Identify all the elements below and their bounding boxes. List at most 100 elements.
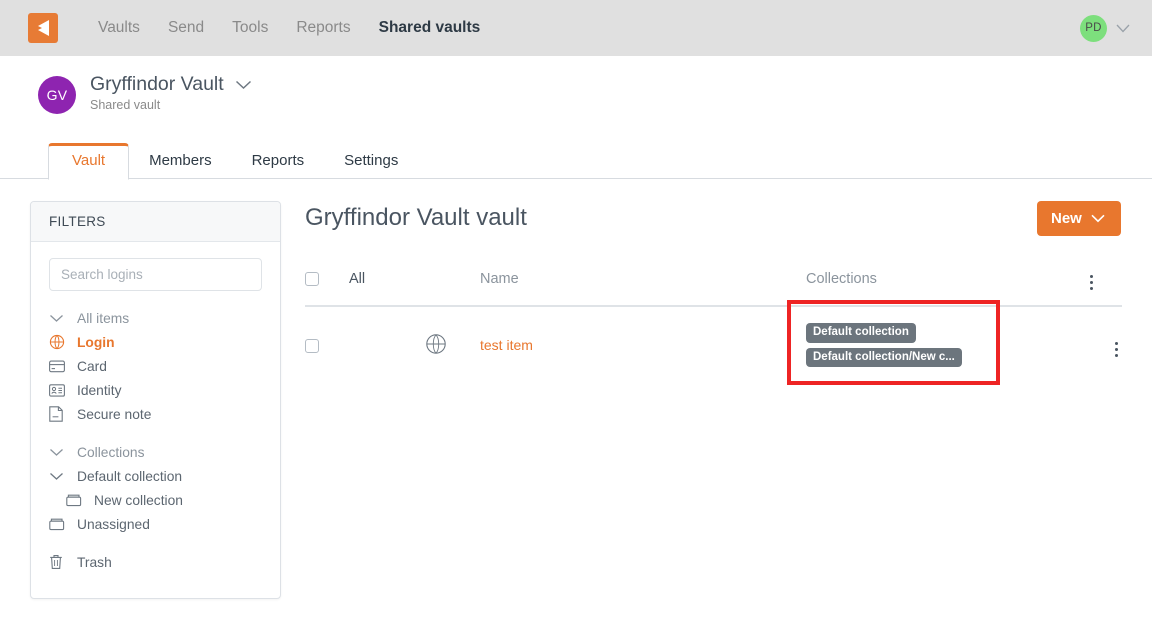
top-navigation-bar: Vaults Send Tools Reports Shared vaults … — [0, 0, 1152, 56]
nav-link-vaults[interactable]: Vaults — [84, 0, 154, 56]
tab-members[interactable]: Members — [129, 144, 232, 180]
sidebar-label-identity: Identity — [77, 382, 122, 398]
table-body: test item Default collection Default col… — [305, 306, 1122, 385]
nav-link-send[interactable]: Send — [154, 0, 218, 56]
sidebar-label-new-collection: New collection — [94, 492, 183, 508]
vault-tabs: Vault Members Reports Settings — [0, 140, 1152, 180]
row-item-icon-cell — [425, 306, 480, 385]
page-title: Gryffindor Vault vault — [305, 204, 527, 231]
sidebar-item-unassigned[interactable]: Unassigned — [49, 512, 262, 536]
select-all-checkbox[interactable] — [305, 272, 319, 287]
dot — [1090, 281, 1093, 284]
collection-badges: Default collection Default collection/Ne… — [806, 323, 1086, 368]
shield-glyph-icon — [38, 20, 49, 36]
id-card-icon — [49, 383, 71, 397]
sidebar-item-login[interactable]: Login — [49, 330, 262, 354]
item-type-filters: All items Login Card Identity Secure not… — [49, 306, 262, 426]
vault-switcher-chevron-down-icon[interactable] — [235, 80, 252, 90]
header-options — [1086, 266, 1122, 307]
vault-main-panel: Gryffindor Vault vault New All Name Coll… — [281, 201, 1152, 631]
sidebar-item-collections[interactable]: Collections — [49, 440, 262, 464]
table-header-row: All Name Collections — [305, 266, 1122, 307]
filters-heading: FILTERS — [31, 202, 280, 242]
user-avatar[interactable]: PD — [1080, 14, 1107, 42]
dot — [1115, 353, 1118, 357]
header-all-label: All — [349, 271, 366, 287]
chevron-down-icon — [49, 472, 71, 481]
tab-vault[interactable]: Vault — [48, 142, 130, 180]
main-header: Gryffindor Vault vault New — [305, 201, 1122, 236]
globe-icon — [425, 333, 447, 358]
filters-sidebar: FILTERS All items — [30, 201, 281, 599]
header-collections: Collections — [806, 266, 1086, 307]
row-kebab-menu-icon[interactable] — [1111, 340, 1122, 359]
search-input[interactable] — [49, 258, 262, 291]
row-spacer-cell — [339, 306, 425, 385]
sidebar-item-default-collection[interactable]: Default collection — [49, 464, 262, 488]
row-options-cell — [1086, 306, 1122, 385]
header-name: Name — [480, 266, 806, 307]
table-row[interactable]: test item Default collection Default col… — [305, 306, 1122, 385]
row-name-cell: test item — [480, 306, 806, 385]
vault-title-block: Gryffindor Vault Shared vault — [90, 73, 252, 113]
row-collections-cell: Default collection Default collection/Ne… — [806, 306, 1086, 385]
bitwarden-logo-icon[interactable] — [28, 13, 58, 43]
dot — [1115, 341, 1118, 345]
sidebar-label-login: Login — [77, 334, 115, 350]
dot — [1115, 347, 1118, 351]
sidebar-label-unassigned: Unassigned — [77, 516, 150, 532]
chevron-down-icon — [49, 314, 71, 323]
chevron-down-icon[interactable] — [1116, 24, 1130, 33]
vault-header: GV Gryffindor Vault Shared vault — [0, 56, 1152, 140]
top-nav-links: Vaults Send Tools Reports Shared vaults — [84, 0, 494, 56]
vault-items-table: All Name Collections test item Default c… — [305, 266, 1122, 385]
collection-filters: Collections Default collection New colle… — [49, 440, 262, 536]
sidebar-item-new-collection[interactable]: New collection — [49, 488, 262, 512]
row-checkbox[interactable] — [305, 339, 319, 354]
vault-subtitle: Shared vault — [90, 98, 161, 113]
sidebar-item-secure-note[interactable]: Secure note — [49, 402, 262, 426]
header-all: All — [339, 266, 425, 307]
header-icon-spacer — [425, 266, 480, 307]
sidebar-item-trash[interactable]: Trash — [49, 550, 262, 574]
vault-name: Gryffindor Vault — [90, 73, 224, 95]
dot — [1090, 287, 1093, 290]
vault-title-row[interactable]: Gryffindor Vault — [90, 73, 252, 95]
page-body: FILTERS All items — [0, 179, 1152, 631]
globe-icon — [49, 334, 71, 350]
sidebar-label-default-collection: Default collection — [77, 468, 183, 484]
new-button-label: New — [1051, 210, 1082, 227]
select-all-header — [305, 266, 339, 307]
sidebar-label-all-items: All items — [77, 310, 130, 326]
dot — [1090, 275, 1093, 278]
table-header: All Name Collections — [305, 266, 1122, 307]
user-menu[interactable]: PD — [1080, 0, 1130, 56]
nav-link-shared-vaults[interactable]: Shared vaults — [365, 0, 495, 56]
tab-settings[interactable]: Settings — [324, 144, 418, 180]
sidebar-label-collections: Collections — [77, 444, 145, 460]
tab-reports[interactable]: Reports — [232, 144, 325, 180]
folder-icon — [49, 518, 71, 531]
sidebar-label-secure-note: Secure note — [77, 406, 152, 422]
folder-icon — [66, 494, 88, 507]
trash-icon — [49, 554, 71, 570]
nav-link-reports[interactable]: Reports — [282, 0, 364, 56]
chevron-down-icon — [1091, 214, 1105, 223]
sidebar-item-card[interactable]: Card — [49, 354, 262, 378]
sidebar-label-card: Card — [77, 358, 107, 374]
sidebar-label-trash: Trash — [77, 554, 112, 570]
nav-link-tools[interactable]: Tools — [218, 0, 282, 56]
sidebar-item-all-items[interactable]: All items — [49, 306, 262, 330]
table-options-kebab-menu-icon[interactable] — [1086, 273, 1097, 292]
credit-card-icon — [49, 360, 71, 373]
collection-badge[interactable]: Default collection — [806, 323, 916, 343]
row-select-cell — [305, 306, 339, 385]
note-icon — [49, 406, 71, 422]
item-name-link[interactable]: test item — [480, 337, 533, 353]
vault-avatar: GV — [38, 76, 76, 114]
new-item-button[interactable]: New — [1037, 201, 1121, 236]
sidebar-item-identity[interactable]: Identity — [49, 378, 262, 402]
collection-badge[interactable]: Default collection/New c... — [806, 347, 962, 368]
